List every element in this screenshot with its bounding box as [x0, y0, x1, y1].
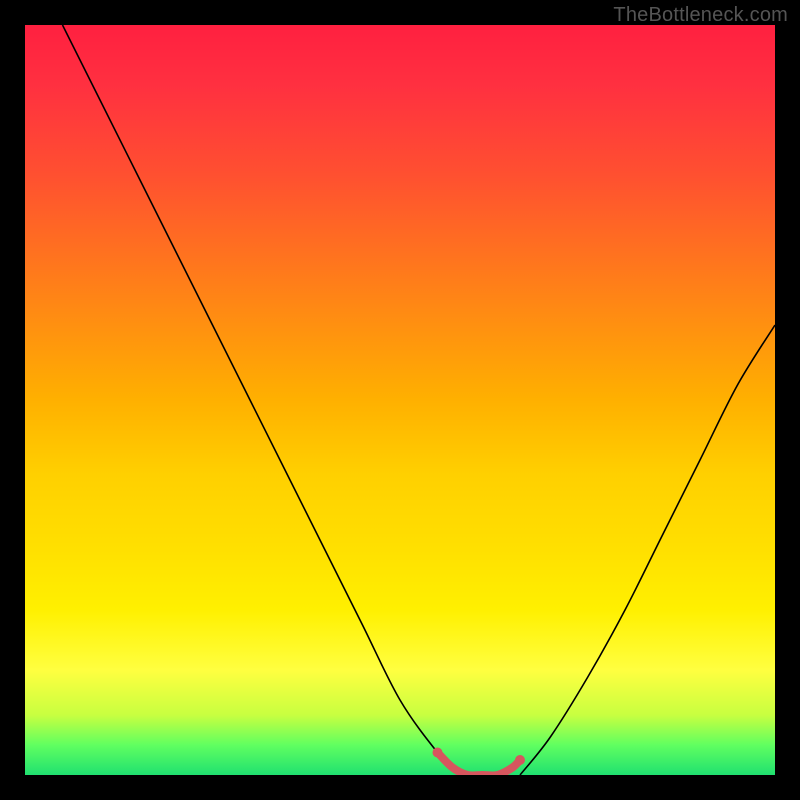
optimal-range-end-dot	[515, 755, 525, 765]
plot-area	[25, 25, 775, 775]
optimal-range-highlight	[438, 753, 521, 776]
source-watermark: TheBottleneck.com	[613, 4, 788, 27]
curve-left-branch	[63, 25, 461, 775]
bottleneck-curve	[25, 25, 775, 775]
curve-right-branch	[520, 325, 775, 775]
chart-frame: TheBottleneck.com	[0, 0, 800, 800]
optimal-range-start-dot	[433, 748, 443, 758]
